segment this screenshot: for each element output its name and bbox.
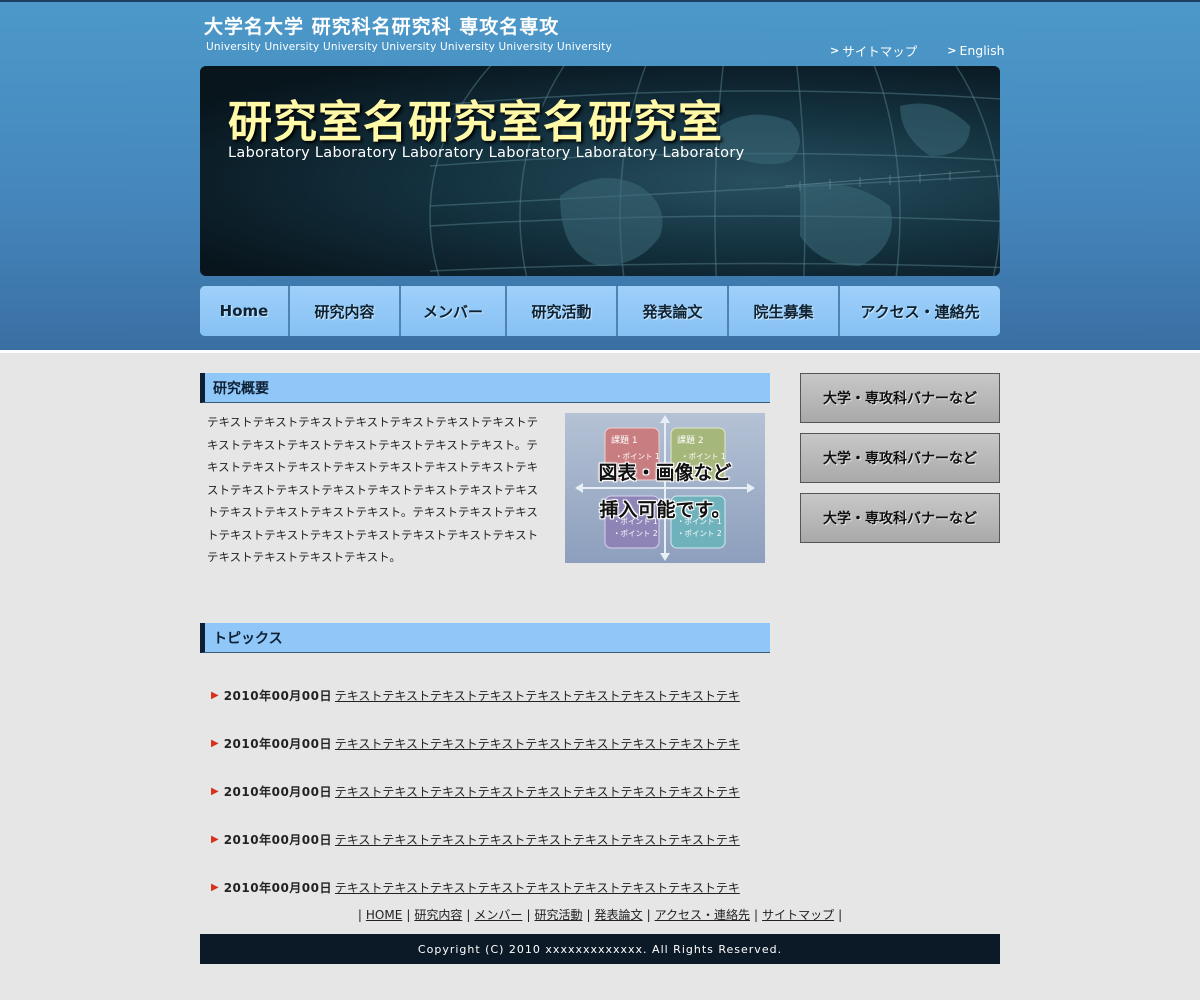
figure-box-1-label: 課題 1 bbox=[611, 434, 638, 446]
nav-access[interactable]: アクセス・連絡先 bbox=[840, 286, 1000, 336]
university-name: 大学名大学 研究科名研究科 専攻名専攻 bbox=[204, 16, 560, 38]
lab-subtitle: Laboratory Laboratory Laboratory Laborat… bbox=[228, 145, 745, 161]
figure-box-2-label: 課題 2 bbox=[677, 434, 704, 446]
footer-link-sitemap[interactable]: サイトマップ bbox=[762, 906, 834, 923]
sidebar-banner-3[interactable]: 大学・専攻科バナーなど bbox=[800, 493, 1000, 543]
nav-home[interactable]: Home bbox=[200, 286, 290, 336]
nav-recruitment[interactable]: 院生募集 bbox=[729, 286, 840, 336]
footer-link-publications[interactable]: 発表論文 bbox=[595, 906, 643, 923]
utility-links: > サイトマップ > English bbox=[830, 41, 1005, 60]
topic-link[interactable]: テキストテキストテキストテキストテキストテキストテキストテキストテキ bbox=[335, 687, 757, 704]
sitemap-link-label: サイトマップ bbox=[842, 44, 918, 59]
topic-link[interactable]: テキストテキストテキストテキストテキストテキストテキストテキストテキ bbox=[335, 783, 757, 800]
footer-separator: | bbox=[754, 907, 759, 922]
topic-date: 2010年00月00日 bbox=[223, 736, 333, 751]
footer-separator: | bbox=[586, 907, 591, 922]
nav-publications[interactable]: 発表論文 bbox=[618, 286, 729, 336]
nav-members[interactable]: メンバー bbox=[401, 286, 507, 336]
figure-caption-line-1: 図表・画像など bbox=[598, 462, 732, 484]
footer-nav: | HOME | 研究内容 | メンバー | 研究活動 | 発表論文 | アクセ… bbox=[200, 906, 1000, 923]
caret-right-icon: > bbox=[830, 44, 840, 57]
sidebar-banner-2[interactable]: 大学・専攻科バナーなど bbox=[800, 433, 1000, 483]
footer-separator: | bbox=[406, 907, 411, 922]
footer-link-members[interactable]: メンバー bbox=[474, 906, 522, 923]
topics-heading: トピックス bbox=[200, 623, 770, 653]
copyright: Copyright (C) 2010 xxxxxxxxxxxxx. All Ri… bbox=[200, 934, 1000, 964]
figure-caption-line-2: 挿入可能です。 bbox=[599, 499, 731, 521]
overview-heading: 研究概要 bbox=[200, 373, 770, 403]
topic-item: ▶ 2010年00月00日 テキストテキストテキストテキストテキストテキストテキ… bbox=[200, 815, 770, 863]
sidebar: 大学・専攻科バナーなど 大学・専攻科バナーなど 大学・専攻科バナーなど bbox=[800, 373, 1000, 553]
topic-date: 2010年00月00日 bbox=[223, 880, 333, 895]
triangle-right-icon: ▶ bbox=[211, 689, 219, 701]
triangle-right-icon: ▶ bbox=[211, 881, 219, 893]
topic-link[interactable]: テキストテキストテキストテキストテキストテキストテキストテキストテキ bbox=[335, 831, 757, 848]
topic-link[interactable]: テキストテキストテキストテキストテキストテキストテキストテキストテキ bbox=[335, 879, 757, 896]
sidebar-banner-1[interactable]: 大学・専攻科バナーなど bbox=[800, 373, 1000, 423]
triangle-right-icon: ▶ bbox=[211, 785, 219, 797]
footer-link-access[interactable]: アクセス・連絡先 bbox=[655, 906, 750, 923]
topic-item: ▶ 2010年00月00日 テキストテキストテキストテキストテキストテキストテキ… bbox=[200, 719, 770, 767]
topic-date: 2010年00月00日 bbox=[223, 832, 333, 847]
footer-link-activities[interactable]: 研究活動 bbox=[534, 906, 582, 923]
footer-separator: | bbox=[466, 907, 471, 922]
footer-link-research[interactable]: 研究内容 bbox=[414, 906, 462, 923]
quadrant-diagram: 課題 1 課題 2 ・ポイント 1 ・ポイント 1 ・ポイント 1 ・ポイント … bbox=[575, 415, 755, 561]
university-name-en: University University University Univers… bbox=[206, 41, 612, 53]
main-content: 研究概要 テキストテキストテキストテキストテキストテキストテキストテキストテキス… bbox=[200, 373, 770, 911]
topic-link[interactable]: テキストテキストテキストテキストテキストテキストテキストテキストテキ bbox=[335, 735, 757, 752]
overview-section: テキストテキストテキストテキストテキストテキストテキストテキストテキストテキスト… bbox=[200, 403, 770, 593]
triangle-right-icon: ▶ bbox=[211, 833, 219, 845]
topic-item: ▶ 2010年00月00日 テキストテキストテキストテキストテキストテキストテキ… bbox=[200, 767, 770, 815]
topic-item: ▶ 2010年00月00日 テキストテキストテキストテキストテキストテキストテキ… bbox=[200, 863, 770, 911]
nav-activities[interactable]: 研究活動 bbox=[507, 286, 618, 336]
topic-date: 2010年00月00日 bbox=[223, 784, 333, 799]
lab-title: 研究室名研究室名研究室 bbox=[228, 97, 723, 148]
footer-separator: | bbox=[646, 907, 651, 922]
caret-right-icon: > bbox=[947, 44, 957, 57]
nav-research[interactable]: 研究内容 bbox=[290, 286, 401, 336]
topic-list: ▶ 2010年00月00日 テキストテキストテキストテキストテキストテキストテキ… bbox=[200, 671, 770, 911]
overview-figure: 課題 1 課題 2 ・ポイント 1 ・ポイント 1 ・ポイント 1 ・ポイント … bbox=[565, 413, 765, 563]
figure-box-3-point-2: ・ポイント 2 bbox=[613, 529, 658, 538]
topic-item: ▶ 2010年00月00日 テキストテキストテキストテキストテキストテキストテキ… bbox=[200, 671, 770, 719]
hero-banner: 研究室名研究室名研究室 Laboratory Laboratory Labora… bbox=[200, 66, 1000, 276]
english-link[interactable]: > English bbox=[947, 41, 1004, 60]
topics-section: トピックス ▶ 2010年00月00日 テキストテキストテキストテキストテキスト… bbox=[200, 623, 770, 911]
triangle-right-icon: ▶ bbox=[211, 737, 219, 749]
header-divider bbox=[0, 350, 1200, 353]
footer-separator: | bbox=[838, 907, 843, 922]
topic-date: 2010年00月00日 bbox=[223, 688, 333, 703]
figure-box-4-point-2: ・ポイント 2 bbox=[677, 529, 722, 538]
overview-text: テキストテキストテキストテキストテキストテキストテキストテキストテキストテキスト… bbox=[207, 415, 539, 564]
footer-link-home[interactable]: HOME bbox=[366, 908, 402, 922]
footer-separator: | bbox=[357, 907, 362, 922]
english-link-label: English bbox=[959, 43, 1005, 58]
footer-separator: | bbox=[526, 907, 531, 922]
sitemap-link[interactable]: > サイトマップ bbox=[830, 41, 917, 60]
global-nav: Home 研究内容 メンバー 研究活動 発表論文 院生募集 アクセス・連絡先 bbox=[200, 286, 1000, 336]
